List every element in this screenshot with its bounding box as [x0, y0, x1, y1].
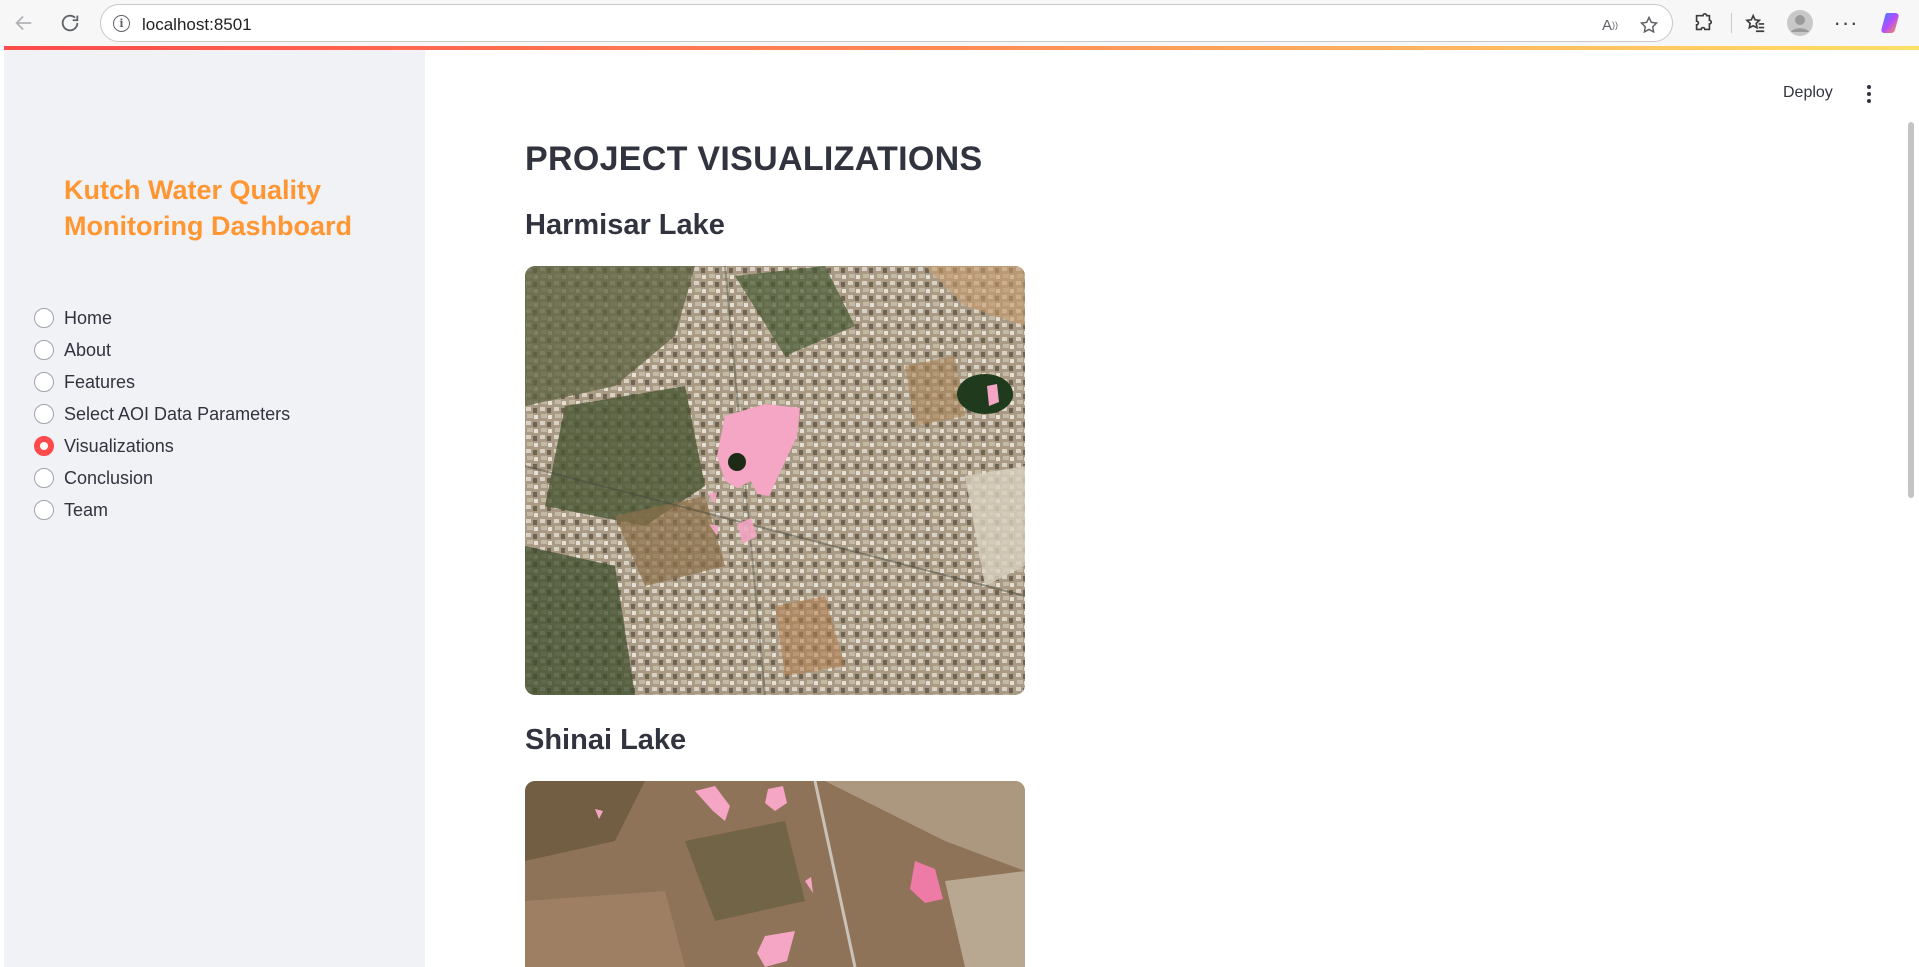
back-arrow-icon[interactable] — [6, 5, 42, 41]
profile-icon[interactable] — [1786, 9, 1814, 37]
main-content: Deploy PROJECT VISUALIZATIONS Harmisar L… — [425, 50, 1919, 967]
nav-item-label: Select AOI Data Parameters — [64, 403, 291, 424]
nav-item-label: Home — [64, 307, 113, 328]
radio-icon[interactable] — [34, 468, 54, 488]
nav-item-conclusion[interactable]: Conclusion — [34, 462, 290, 494]
nav-radio-group: Home About Features Select AOI Data Para… — [34, 302, 290, 526]
nav-item-about[interactable]: About — [34, 334, 290, 366]
more-icon[interactable]: ··· — [1832, 9, 1860, 37]
shinai-lake-image — [525, 781, 1025, 967]
nav-item-team[interactable]: Team — [34, 494, 290, 526]
harmisar-lake-image — [525, 266, 1025, 695]
deploy-button[interactable]: Deploy — [1775, 80, 1841, 106]
section-heading: Harmisar Lake — [525, 209, 725, 241]
satellite-map-image — [525, 266, 1025, 695]
radio-icon[interactable] — [34, 500, 54, 520]
section-heading: Shinai Lake — [525, 724, 687, 756]
favorites-icon[interactable] — [1741, 9, 1769, 37]
satellite-map-image — [525, 781, 1025, 967]
star-icon[interactable] — [1638, 14, 1660, 36]
radio-icon[interactable] — [34, 372, 54, 392]
nav-item-label: About — [64, 339, 112, 360]
nav-item-features[interactable]: Features — [34, 366, 290, 398]
sidebar-title: Kutch Water Quality Monitoring Dashboard — [64, 175, 352, 241]
sidebar: Kutch Water Quality Monitoring Dashboard… — [4, 50, 425, 967]
nav-item-home[interactable]: Home — [34, 302, 290, 334]
nav-item-visualizations[interactable]: Visualizations — [34, 430, 290, 462]
toolbar-divider — [1731, 13, 1732, 33]
radio-icon[interactable] — [34, 308, 54, 328]
nav-item-select-aoi[interactable]: Select AOI Data Parameters — [34, 398, 290, 430]
info-icon[interactable]: i — [113, 15, 130, 32]
url-text[interactable]: localhost:8501 — [142, 15, 252, 35]
page-title: PROJECT VISUALIZATIONS — [525, 140, 983, 178]
copilot-icon[interactable] — [1878, 9, 1906, 37]
scrollbar[interactable] — [1908, 122, 1914, 498]
address-bar[interactable]: i localhost:8501 A)) — [100, 4, 1673, 42]
nav-item-label: Team — [64, 499, 109, 520]
radio-selected-icon[interactable] — [34, 436, 54, 456]
radio-icon[interactable] — [34, 340, 54, 360]
reload-icon[interactable] — [52, 5, 88, 41]
nav-item-label: Features — [64, 371, 136, 392]
kebab-menu-icon[interactable] — [1857, 80, 1881, 108]
radio-icon[interactable] — [34, 404, 54, 424]
browser-toolbar: i localhost:8501 A)) ··· — [0, 0, 1919, 46]
read-aloud-icon[interactable]: A)) — [1599, 14, 1621, 36]
nav-item-label: Conclusion — [64, 467, 154, 488]
nav-item-label: Visualizations — [64, 435, 174, 456]
puzzle-icon[interactable] — [1689, 9, 1717, 37]
